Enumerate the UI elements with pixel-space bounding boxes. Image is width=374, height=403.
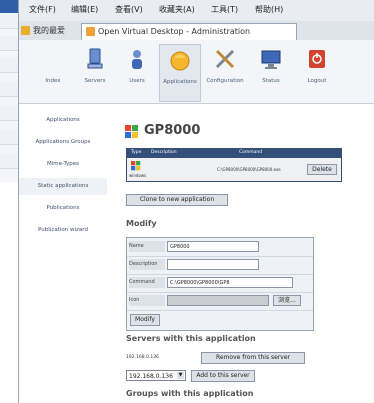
nav-applications[interactable]: Applications — [159, 44, 201, 102]
monitor-icon — [260, 48, 282, 70]
favorites-tab-bar: 我的最爱 Open Virtual Desktop - Administrati… — [19, 21, 374, 41]
page-title: GP8000 — [144, 123, 201, 138]
server-select-value: 192.168.0.136 — [129, 373, 173, 380]
servers-heading: Servers with this application — [126, 334, 256, 343]
applications-icon — [169, 49, 191, 71]
table-header: Type Description Command — [127, 149, 341, 158]
server-select[interactable]: 192.168.0.136 ▼ — [126, 370, 186, 381]
sidebar-item-publications[interactable]: Publications — [19, 200, 107, 217]
modify-heading: Modify — [126, 219, 157, 228]
command-input[interactable]: C:\GP8000\GP8000\GP8 — [167, 277, 293, 288]
nav-label: Users — [129, 78, 145, 84]
delete-button[interactable]: Delete — [307, 164, 337, 175]
background-list-item — [0, 58, 20, 73]
sidebar-item-mime-types[interactable]: Mime-Types — [19, 156, 107, 173]
star-icon — [21, 26, 30, 35]
background-list-item — [0, 106, 20, 121]
tab-ovd-admin[interactable]: Open Virtual Desktop - Administration — [81, 23, 297, 40]
nav-status[interactable]: Status — [251, 48, 291, 84]
table-row: windows C:\GP8000\GP8000\GP8000.exe Dele… — [127, 158, 341, 181]
background-list-item — [0, 82, 20, 97]
nav-toolbar: Index Servers Users Applications Configu… — [19, 40, 374, 104]
description-label: Description — [129, 259, 165, 270]
nav-label: Index — [45, 78, 61, 84]
sidebar-item-publication-wizard[interactable]: Publication wizard — [19, 222, 107, 239]
nav-label: Servers — [84, 78, 106, 84]
browse-button[interactable]: 浏览... — [273, 295, 301, 306]
nav-configuration[interactable]: Configuration — [205, 48, 245, 84]
app-command-text: C:\GP8000\GP8000\GP8000.exe — [217, 167, 281, 172]
background-list-item — [0, 36, 20, 51]
add-to-server-button[interactable]: Add to this server — [191, 370, 255, 382]
sidebar-item-applications[interactable]: Applications — [19, 112, 107, 129]
sidebar-item-application-groups[interactable]: Applications Groups — [19, 134, 107, 151]
windows-logo-icon — [125, 124, 139, 138]
server-icon — [84, 48, 106, 70]
nav-users[interactable]: Users — [117, 48, 157, 84]
command-label: Command — [129, 277, 165, 288]
menu-file[interactable]: 文件(F) — [29, 4, 56, 17]
name-label: Name — [129, 241, 165, 252]
nav-label: Status — [262, 78, 280, 84]
nav-label: Logout — [307, 78, 327, 84]
clone-application-button[interactable]: Clone to new application — [126, 194, 228, 206]
icon-file-input[interactable] — [167, 295, 269, 306]
nav-label: Applications — [163, 79, 197, 85]
app-type-text: windows — [129, 173, 147, 178]
menu-favorites[interactable]: 收藏夹(A) — [159, 4, 195, 17]
background-list-item — [0, 130, 20, 145]
column-command: Command — [239, 150, 263, 155]
sidebar-item-static-applications[interactable]: Static applications — [19, 178, 107, 195]
name-input[interactable]: GP8000 — [167, 241, 259, 252]
tools-icon — [214, 48, 236, 70]
menu-help[interactable]: 帮助(H) — [255, 4, 283, 17]
users-icon — [126, 48, 148, 70]
menu-view[interactable]: 查看(V) — [115, 4, 143, 17]
logout-icon — [306, 48, 328, 70]
groups-heading: Groups with this application — [126, 389, 254, 398]
server-name-text: 192.168.0.136 — [126, 355, 159, 360]
column-description: Description — [151, 150, 177, 155]
background-list-item — [0, 154, 20, 169]
chevron-down-icon: ▼ — [177, 372, 184, 379]
windows-logo-icon — [131, 161, 141, 172]
modify-form: Name GP8000 Description Command C:\GP800… — [126, 237, 314, 331]
tab-favorites[interactable]: 我的最爱 — [21, 23, 65, 39]
nav-label: Configuration — [206, 78, 244, 84]
form-row-description: Description — [127, 256, 313, 275]
background-list-item — [0, 14, 20, 29]
form-row-name: Name GP8000 — [127, 238, 313, 257]
application-table: Type Description Command windows C:\GP80… — [126, 148, 342, 182]
icon-label: Icon — [129, 295, 165, 306]
menu-edit[interactable]: 编辑(E) — [71, 4, 98, 17]
tab-label: 我的最爱 — [33, 26, 65, 35]
menu-bar: 文件(F) 编辑(E) 查看(V) 收藏夹(A) 工具(T) 帮助(H) — [19, 0, 374, 22]
nav-logout[interactable]: Logout — [297, 48, 337, 84]
sidebar: Applications Applications Groups Mime-Ty… — [19, 104, 107, 403]
nav-index[interactable]: Index — [33, 48, 73, 84]
index-icon — [42, 48, 64, 70]
column-type: Type — [131, 150, 142, 155]
menu-tools[interactable]: 工具(T) — [211, 4, 238, 17]
tab-label: Open Virtual Desktop - Administration — [98, 27, 251, 36]
form-row-command: Command C:\GP8000\GP8000\GP8 — [127, 274, 313, 293]
nav-servers[interactable]: Servers — [75, 48, 115, 84]
main-content: GP8000 Type Description Command windows … — [111, 104, 374, 403]
form-row-icon: Icon 浏览... — [127, 292, 313, 311]
page-icon — [86, 27, 95, 36]
modify-button[interactable]: Modify — [130, 314, 160, 326]
browser-window: 文件(F) 编辑(E) 查看(V) 收藏夹(A) 工具(T) 帮助(H) 我的最… — [18, 0, 374, 403]
background-window-title — [0, 0, 20, 13]
remove-from-server-button[interactable]: Remove from this server — [201, 352, 305, 364]
description-input[interactable] — [167, 259, 259, 270]
